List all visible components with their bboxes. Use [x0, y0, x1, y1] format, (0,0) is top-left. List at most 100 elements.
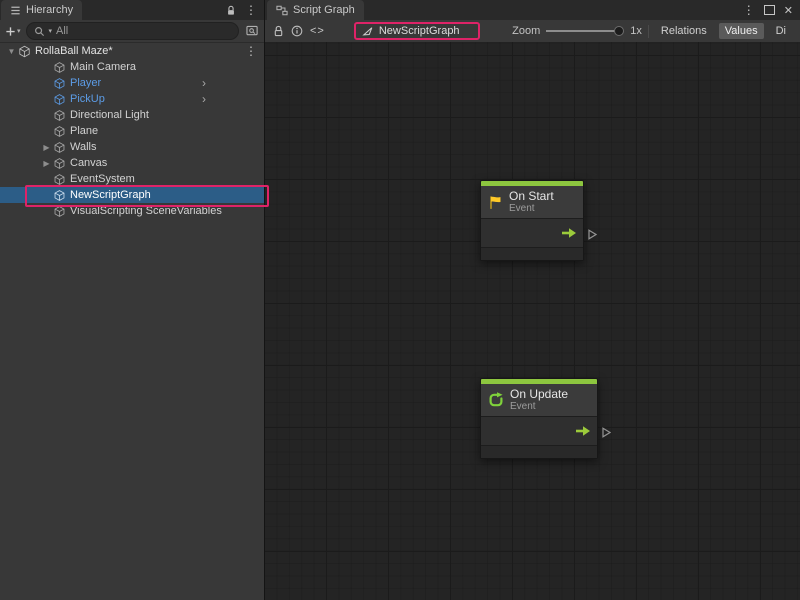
zoom-label: Zoom — [512, 25, 540, 37]
tab-hierarchy[interactable]: Hierarchy — [1, 0, 82, 20]
item-label: NewScriptGraph — [70, 189, 151, 201]
hierarchy-menu-icon[interactable]: ⋮ — [245, 3, 257, 17]
unity-editor-window: Hierarchy ⋮ ▾ — [0, 0, 800, 600]
toolbar-divider — [648, 25, 649, 38]
gameobject-icon — [53, 141, 66, 154]
scene-row-rollaball-maze[interactable]: ▼ RollaBall Maze* ⋮ — [0, 43, 264, 59]
hierarchy-tab-icon — [10, 5, 21, 16]
prefab-open-chevron-icon[interactable]: › — [202, 91, 206, 107]
node-header[interactable]: On Update Event — [481, 384, 597, 416]
hierarchy-item-visualscripting-scenevariables[interactable]: VisualScripting SceneVariables — [0, 203, 264, 219]
script-graph-panel: Script Graph ⋮ ✕ < — [265, 0, 800, 600]
flow-arrow-icon — [575, 425, 591, 437]
item-label: Plane — [70, 125, 98, 137]
gameobject-icon — [53, 125, 66, 138]
graph-name-label: NewScriptGraph — [379, 25, 460, 37]
zoom-slider[interactable] — [546, 25, 624, 37]
gameobject-icon — [53, 205, 66, 218]
prefab-icon — [53, 77, 66, 90]
hierarchy-tab-label: Hierarchy — [26, 4, 73, 16]
script-graph-asset-icon — [362, 26, 374, 37]
unity-scene-icon — [18, 45, 31, 58]
hierarchy-item-newscriptgraph[interactable]: NewScriptGraph — [0, 187, 264, 203]
hierarchy-item-walls[interactable]: ▶ Walls — [0, 139, 264, 155]
foldout-closed-icon[interactable]: ▶ — [40, 159, 53, 168]
lock-icon[interactable] — [226, 5, 236, 16]
gameobject-icon — [53, 109, 66, 122]
add-gameobject-button[interactable]: ▾ — [5, 26, 21, 37]
item-label: Directional Light — [70, 109, 149, 121]
foldout-closed-icon[interactable]: ▶ — [40, 143, 53, 152]
hierarchy-item-eventsystem[interactable]: EventSystem — [0, 171, 264, 187]
item-label: VisualScripting SceneVariables — [70, 205, 222, 217]
prefab-open-chevron-icon[interactable]: › — [202, 75, 206, 91]
dim-toggle-button[interactable]: Di — [770, 23, 792, 39]
relations-toggle-button[interactable]: Relations — [655, 23, 713, 39]
hierarchy-item-pickup[interactable]: PickUp › — [0, 91, 264, 107]
hierarchy-item-canvas[interactable]: ▶ Canvas — [0, 155, 264, 171]
info-icon[interactable] — [291, 25, 303, 37]
panel-menu-icon[interactable]: ⋮ — [743, 3, 755, 17]
node-subtitle: Event — [510, 401, 568, 412]
node-port-row — [481, 218, 583, 247]
gameobject-icon — [53, 61, 66, 74]
flag-icon — [488, 195, 503, 210]
hierarchy-item-directional-light[interactable]: Directional Light — [0, 107, 264, 123]
script-graph-tab-label: Script Graph — [293, 4, 355, 16]
output-port-icon[interactable] — [588, 229, 597, 240]
close-icon[interactable]: ✕ — [784, 4, 793, 17]
scene-menu-icon[interactable]: ⋮ — [245, 44, 257, 58]
gameobject-icon — [53, 189, 66, 202]
search-icon — [34, 26, 45, 37]
hierarchy-toolbar: ▾ ▾ All — [0, 20, 264, 43]
graph-toolbar: <> NewScriptGraph Zoom 1x Relations — [265, 20, 800, 42]
node-subtitle: Event — [509, 203, 554, 214]
item-label: Canvas — [70, 157, 107, 169]
hierarchy-search-input[interactable]: ▾ All — [26, 22, 239, 40]
hierarchy-tabbar: Hierarchy ⋮ — [0, 0, 264, 20]
maximize-icon[interactable] — [764, 5, 775, 15]
zoom-slider-track — [546, 30, 617, 32]
gameobject-icon — [53, 157, 66, 170]
gameobject-icon — [53, 173, 66, 186]
graph-lock-icon[interactable] — [273, 25, 284, 37]
item-label: Walls — [70, 141, 96, 153]
prefab-icon — [53, 93, 66, 106]
window-controls: ⋮ ✕ — [743, 0, 800, 20]
item-label: EventSystem — [70, 173, 135, 185]
node-title: On Start — [509, 190, 554, 203]
zoom-control: Zoom 1x Relations Values Di — [512, 23, 792, 39]
chevron-down-icon: ▾ — [17, 27, 21, 35]
scene-name: RollaBall Maze* — [35, 45, 113, 57]
node-on-start[interactable]: On Start Event — [480, 180, 584, 261]
item-label: Main Camera — [70, 61, 136, 73]
node-footer — [481, 247, 583, 260]
graph-canvas[interactable]: On Start Event — [265, 42, 800, 600]
output-port-icon[interactable] — [602, 427, 611, 438]
graph-tabbar: Script Graph ⋮ ✕ — [265, 0, 800, 20]
code-preview-icon[interactable]: <> — [310, 25, 325, 37]
node-header[interactable]: On Start Event — [481, 186, 583, 218]
node-title: On Update — [510, 388, 568, 401]
plus-icon — [5, 26, 16, 37]
item-label: Player — [70, 77, 101, 89]
hierarchy-tab-actions: ⋮ — [226, 0, 264, 20]
hierarchy-panel: Hierarchy ⋮ ▾ — [0, 0, 265, 600]
hierarchy-tree: ▼ RollaBall Maze* ⋮ Main Camera Play — [0, 43, 264, 600]
script-graph-tab-icon — [276, 5, 288, 16]
hierarchy-item-player[interactable]: Player › — [0, 75, 264, 91]
zoom-slider-thumb[interactable] — [614, 26, 624, 36]
values-toggle-button[interactable]: Values — [719, 23, 764, 39]
search-window-icon[interactable] — [246, 25, 259, 37]
node-footer — [481, 445, 597, 458]
tab-script-graph[interactable]: Script Graph — [267, 0, 364, 20]
loop-icon — [488, 392, 504, 408]
search-filter-caret-icon[interactable]: ▾ — [49, 27, 53, 35]
node-port-row — [481, 416, 597, 445]
hierarchy-item-main-camera[interactable]: Main Camera — [0, 59, 264, 75]
node-on-update[interactable]: On Update Event — [480, 378, 598, 459]
hierarchy-item-plane[interactable]: Plane — [0, 123, 264, 139]
graph-name-breadcrumb[interactable]: NewScriptGraph — [354, 22, 480, 40]
foldout-open-icon[interactable]: ▼ — [5, 47, 18, 56]
zoom-value: 1x — [630, 25, 642, 37]
